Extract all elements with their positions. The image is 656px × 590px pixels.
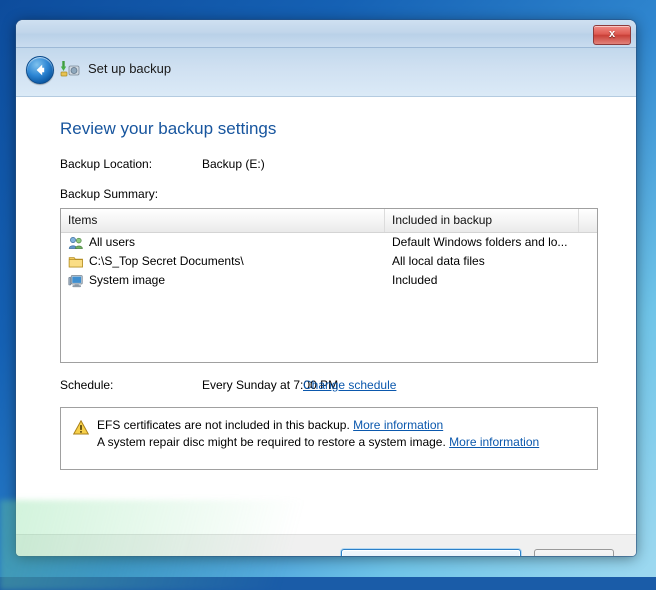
column-header-spacer[interactable] [579, 209, 597, 232]
table-cell-item: C:\S_Top Secret Documents\ [61, 252, 385, 271]
schedule-label: Schedule: [60, 378, 113, 392]
more-information-link-1[interactable]: More information [353, 418, 443, 432]
close-icon[interactable]: x [593, 25, 631, 45]
table-cell-included: All local data files [385, 252, 579, 271]
warning-line-1: EFS certificates are not included in thi… [97, 418, 443, 432]
warning-line-1-text: EFS certificates are not included in thi… [97, 418, 353, 432]
backup-location-label: Backup Location: [60, 157, 152, 171]
window-titlebar: x [16, 20, 636, 48]
back-arrow-glyph [31, 61, 49, 79]
users-icon [68, 235, 84, 251]
table-row[interactable]: C:\S_Top Secret Documents\ All local dat… [61, 252, 597, 271]
warning-panel: EFS certificates are not included in thi… [60, 407, 598, 470]
table-cell-item-label: System image [89, 271, 165, 290]
wizard-content-area: Review your backup settings Backup Locat… [16, 97, 636, 534]
wizard-navigation-bar: Set up backup [16, 48, 636, 97]
table-row[interactable]: All users Default Windows folders and lo… [61, 233, 597, 252]
save-settings-and-run-backup-button[interactable]: Save settings and run backup [341, 549, 521, 556]
table-cell-included: Default Windows folders and lo... [385, 233, 579, 252]
table-cell-item-label: All users [89, 233, 135, 252]
backup-wizard-icon [60, 59, 80, 79]
warning-line-2: A system repair disc might be required t… [97, 435, 539, 449]
table-cell-included: Included [385, 271, 579, 290]
table-cell-item: System image [61, 271, 385, 290]
warning-triangle-icon [73, 420, 89, 435]
setup-backup-window: x Set up backup Review your backup setti… [16, 20, 636, 556]
table-header-row: Items Included in backup [61, 209, 597, 233]
table-row[interactable]: System image Included [61, 271, 597, 290]
system-image-icon [68, 273, 84, 289]
folder-icon [68, 254, 84, 270]
table-cell-item-label: C:\S_Top Secret Documents\ [89, 252, 244, 271]
dialog-footer: Save settings and run backup Cancel [16, 534, 636, 556]
backup-summary-label: Backup Summary: [60, 187, 158, 201]
column-header-items[interactable]: Items [61, 209, 385, 232]
backup-summary-table: Items Included in backup [60, 208, 598, 363]
table-cell-item: All users [61, 233, 385, 252]
desktop-background: x Set up backup Review your backup setti… [0, 0, 656, 577]
change-schedule-link[interactable]: Change schedule [303, 378, 396, 392]
cancel-button[interactable]: Cancel [534, 549, 614, 556]
page-title: Review your backup settings [60, 119, 276, 139]
more-information-link-2[interactable]: More information [449, 435, 539, 449]
back-arrow-icon[interactable] [26, 56, 54, 84]
warning-line-2-text: A system repair disc might be required t… [97, 435, 449, 449]
wizard-title: Set up backup [88, 61, 171, 76]
column-header-included[interactable]: Included in backup [385, 209, 579, 232]
backup-location-value: Backup (E:) [202, 157, 265, 171]
